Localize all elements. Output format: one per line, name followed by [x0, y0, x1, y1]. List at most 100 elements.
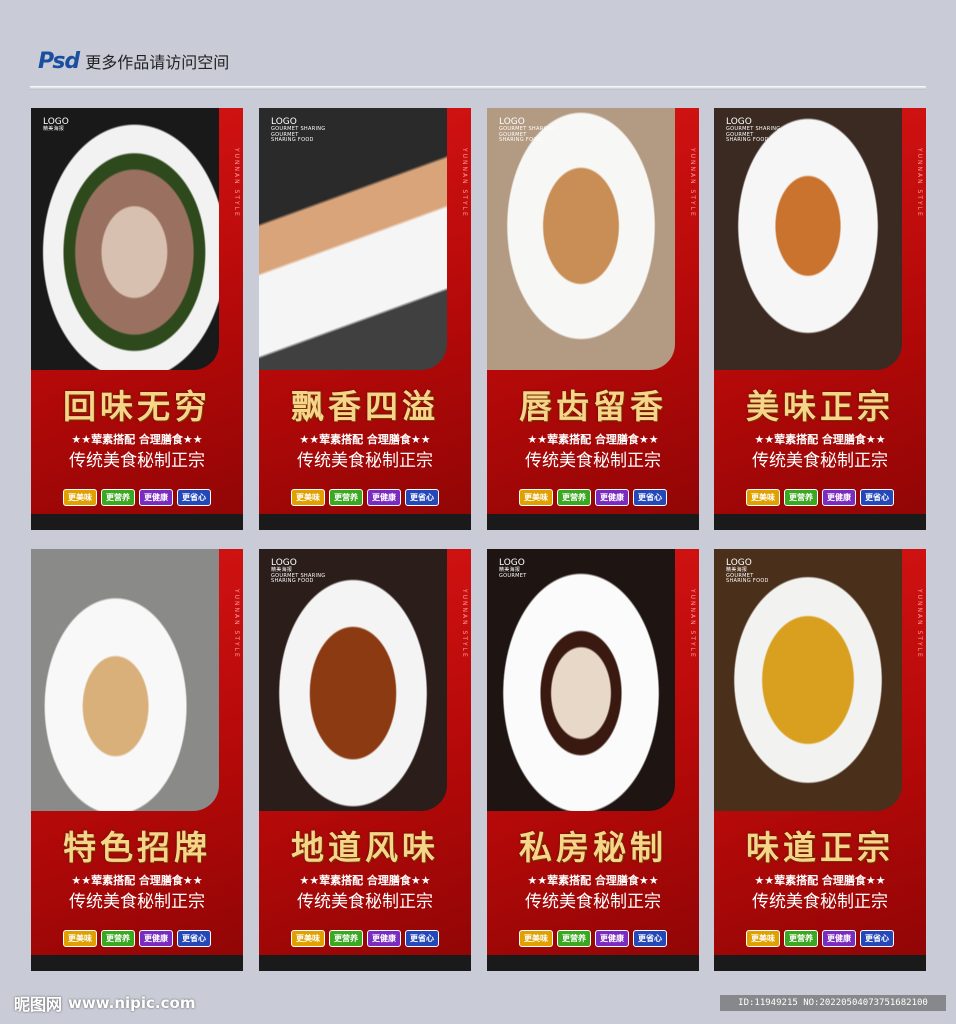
badge-nutritious: 更营养 [557, 930, 591, 947]
poster-title: 美味正宗 [746, 387, 894, 426]
logo-block: LOGO GOURMET SHARING GOURMET SHARING FOO… [499, 117, 553, 143]
badge-tastier: 更美味 [63, 930, 97, 947]
badge-tastier: 更美味 [291, 489, 325, 506]
food-photo-shredded-salad [714, 108, 902, 370]
site-url[interactable]: www.nipic.com [68, 994, 195, 1012]
badge-healthier: 更健康 [822, 489, 856, 506]
badge-tastier: 更美味 [746, 930, 780, 947]
side-strip: YUNNAN STYLE [233, 148, 240, 218]
poster-subtitle: 传统美食秘制正宗 [297, 892, 433, 912]
badge-nutritious: 更营养 [329, 930, 363, 947]
badge-row: 更美味 更营养 更健康 更省心 [487, 930, 699, 947]
badge-healthier: 更健康 [595, 930, 629, 947]
bottom-band [31, 514, 243, 530]
logo-sub: SHARING FOOD [271, 577, 314, 584]
poster-card-7[interactable]: YUNNAN STYLE LOGO 精美海报 GOURMET 私房秘制 ★★荤素… [487, 549, 699, 971]
poster-title: 味道正宗 [746, 828, 894, 867]
badge-row: 更美味 更营养 更健康 更省心 [31, 930, 243, 947]
food-photo-braised-duck [259, 549, 447, 811]
poster-tagline: ★★荤素搭配 合理膳食★★ [299, 433, 431, 446]
header-text: 更多作品请访问空间 [85, 53, 230, 72]
badge-tastier: 更美味 [291, 930, 325, 947]
badge-row: 更美味 更营养 更健康 更省心 [487, 489, 699, 506]
badge-easier: 更省心 [405, 930, 439, 947]
poster-title: 飘香四溢 [291, 387, 439, 426]
badge-tastier: 更美味 [746, 489, 780, 506]
badge-easier: 更省心 [633, 489, 667, 506]
badge-easier: 更省心 [860, 930, 894, 947]
logo-sub: SHARING FOOD [726, 577, 769, 584]
badge-nutritious: 更营养 [329, 489, 363, 506]
badge-easier: 更省心 [177, 930, 211, 947]
poster-tagline: ★★荤素搭配 合理膳食★★ [71, 433, 203, 446]
food-photo-stir-fry [31, 549, 219, 811]
food-photo-sliced-chicken [487, 108, 675, 370]
badge-nutritious: 更营养 [101, 930, 135, 947]
poster-card-4[interactable]: YUNNAN STYLE LOGO GOURMET SHARING GOURME… [714, 108, 926, 530]
poster-subtitle: 传统美食秘制正宗 [69, 451, 205, 471]
side-strip: YUNNAN STYLE [916, 148, 923, 218]
poster-title: 私房秘制 [519, 828, 667, 867]
poster-tagline: ★★荤素搭配 合理膳食★★ [527, 433, 659, 446]
site-watermark: 昵图网 www.nipic.com [14, 991, 195, 1015]
id-watermark: ID:11949215 NO:20220504073751682100 [720, 995, 946, 1011]
bottom-band [31, 955, 243, 971]
bottom-band [714, 955, 926, 971]
bottom-band [714, 514, 926, 530]
side-strip: YUNNAN STYLE [689, 589, 696, 659]
bottom-band [487, 955, 699, 971]
poster-card-1[interactable]: YUNNAN STYLE LOGO 精美海报 回味无穷 ★★荤素搭配 合理膳食★… [31, 108, 243, 530]
logo-block: LOGO GOURMET SHARING GOURMET SHARING FOO… [726, 117, 780, 143]
poster-title: 地道风味 [291, 828, 439, 867]
badge-row: 更美味 更营养 更健康 更省心 [259, 489, 471, 506]
poster-subtitle: 传统美食秘制正宗 [752, 451, 888, 471]
header: Psd 更多作品请访问空间 [38, 46, 229, 76]
badge-tastier: 更美味 [519, 930, 553, 947]
side-strip: YUNNAN STYLE [233, 589, 240, 659]
poster-card-5[interactable]: YUNNAN STYLE 特色招牌 ★★荤素搭配 合理膳食★★ 传统美食秘制正宗… [31, 549, 243, 971]
badge-tastier: 更美味 [519, 489, 553, 506]
poster-subtitle: 传统美食秘制正宗 [525, 451, 661, 471]
food-photo-spicy-chicken [714, 549, 902, 811]
badge-row: 更美味 更营养 更健康 更省心 [259, 930, 471, 947]
logo-sub: GOURMET [499, 572, 527, 579]
poster-title: 唇齿留香 [519, 387, 667, 426]
logo-block: LOGO 精美海报 GOURMET SHARING FOOD [726, 558, 769, 584]
logo-block: LOGO GOURMET SHARING GOURMET SHARING FOO… [271, 117, 325, 143]
badge-nutritious: 更营养 [784, 489, 818, 506]
poster-card-3[interactable]: YUNNAN STYLE LOGO GOURMET SHARING GOURME… [487, 108, 699, 530]
badge-healthier: 更健康 [367, 489, 401, 506]
side-strip: YUNNAN STYLE [461, 589, 468, 659]
badge-row: 更美味 更营养 更健康 更省心 [31, 489, 243, 506]
side-strip: YUNNAN STYLE [916, 589, 923, 659]
poster-title: 特色招牌 [63, 828, 211, 867]
psd-logo: Psd [38, 48, 80, 74]
poster-subtitle: 传统美食秘制正宗 [752, 892, 888, 912]
badge-easier: 更省心 [177, 489, 211, 506]
badge-healthier: 更健康 [595, 489, 629, 506]
badge-tastier: 更美味 [63, 489, 97, 506]
logo-sub: SHARING FOOD [271, 136, 314, 143]
poster-tagline: ★★荤素搭配 合理膳食★★ [71, 874, 203, 887]
poster-card-2[interactable]: YUNNAN STYLE LOGO GOURMET SHARING GOURME… [259, 108, 471, 530]
poster-subtitle: 传统美食秘制正宗 [297, 451, 433, 471]
badge-healthier: 更健康 [139, 489, 173, 506]
badge-row: 更美味 更营养 更健康 更省心 [714, 930, 926, 947]
bottom-band [487, 514, 699, 530]
badge-easier: 更省心 [860, 489, 894, 506]
logo-sub: SHARING FOOD [499, 136, 542, 143]
bottom-band [259, 955, 471, 971]
logo-sub: 精美海报 [43, 126, 65, 133]
poster-card-8[interactable]: YUNNAN STYLE LOGO 精美海报 GOURMET SHARING F… [714, 549, 926, 971]
bottom-band [259, 514, 471, 530]
badge-nutritious: 更营养 [784, 930, 818, 947]
poster-subtitle: 传统美食秘制正宗 [525, 892, 661, 912]
badge-healthier: 更健康 [367, 930, 401, 947]
badge-row: 更美味 更营养 更健康 更省心 [714, 489, 926, 506]
poster-tagline: ★★荤素搭配 合理膳食★★ [527, 874, 659, 887]
poster-card-6[interactable]: YUNNAN STYLE LOGO 精美海报 GOURMET SHARING S… [259, 549, 471, 971]
badge-healthier: 更健康 [822, 930, 856, 947]
badge-easier: 更省心 [633, 930, 667, 947]
badge-nutritious: 更营养 [101, 489, 135, 506]
food-photo-poached-chicken [487, 549, 675, 811]
